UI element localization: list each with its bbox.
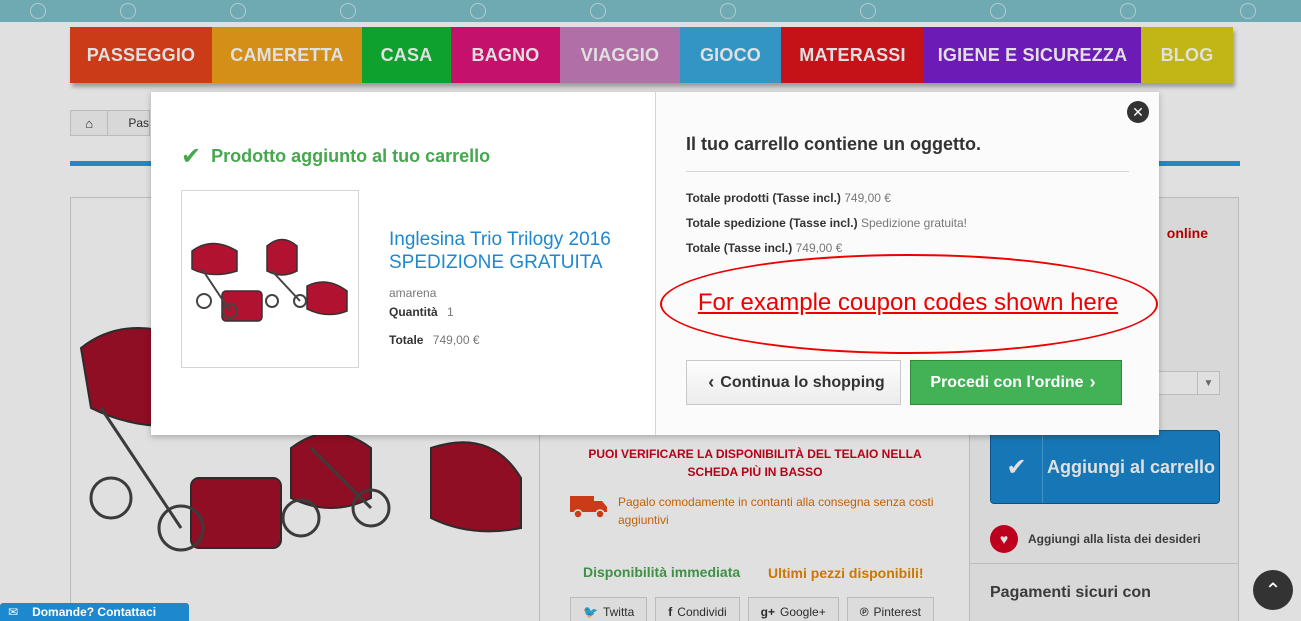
- quantity-row: Quantità 1: [389, 305, 639, 319]
- total-label: Totale: [389, 333, 424, 347]
- added-title: Prodotto aggiunto al tuo carrello: [211, 146, 491, 166]
- modal-cart-panel: Il tuo carrello contiene un oggetto. Tot…: [655, 92, 1159, 435]
- total-row: Totale 749,00 €: [389, 333, 639, 347]
- continue-shopping-label: Continua lo shopping: [720, 373, 885, 391]
- summary-products-label: Totale prodotti (Tasse incl.): [686, 191, 841, 205]
- chevron-left-icon: ‹: [708, 372, 715, 392]
- summary-total: Totale (Tasse incl.) 749,00 €: [686, 241, 842, 255]
- summary-shipping-label: Totale spedizione (Tasse incl.): [686, 216, 858, 230]
- check-icon: ✔: [181, 143, 202, 170]
- product-details: Inglesina Trio Trilogy 2016 SPEDIZIONE G…: [389, 228, 639, 347]
- summary-shipping: Totale spedizione (Tasse incl.) Spedizio…: [686, 216, 967, 230]
- mail-icon: ✉: [8, 605, 19, 619]
- annotation-text: For example coupon codes shown here: [697, 289, 1119, 316]
- summary-total-value: 749,00 €: [795, 241, 843, 255]
- product-thumbnail: [181, 190, 359, 368]
- summary-total-label: Totale (Tasse incl.): [686, 241, 793, 255]
- summary-products: Totale prodotti (Tasse incl.) 749,00 €: [686, 191, 891, 205]
- chevron-right-icon: ›: [1089, 372, 1096, 392]
- contact-tab[interactable]: ✉ Domande? Contattaci: [0, 603, 189, 621]
- added-confirmation: ✔ Prodotto aggiunto al tuo carrello: [181, 142, 490, 171]
- quantity-label: Quantità: [389, 305, 438, 319]
- contact-tab-label: Domande? Contattaci: [32, 605, 157, 619]
- summary-shipping-value: Spedizione gratuita!: [860, 216, 968, 230]
- proceed-to-checkout-label: Procedi con l'ordine: [930, 373, 1084, 391]
- cart-summary-title: Il tuo carrello contiene un oggetto.: [686, 134, 1129, 172]
- product-name[interactable]: Inglesina Trio Trilogy 2016 SPEDIZIONE G…: [389, 228, 639, 274]
- modal-product-panel: ✔ Prodotto aggiunto al tuo carrello Ingl…: [151, 92, 655, 435]
- scroll-top-button[interactable]: ⌃: [1253, 570, 1293, 610]
- quantity-value: 1: [447, 305, 454, 319]
- product-attribute: amarena: [389, 286, 437, 300]
- chevron-up-icon: ⌃: [1264, 579, 1282, 602]
- proceed-to-checkout-button[interactable]: Procedi con l'ordine ›: [910, 360, 1122, 405]
- total-value: 749,00 €: [432, 333, 480, 347]
- close-icon[interactable]: ✕: [1127, 101, 1149, 123]
- add-to-cart-modal: ✔ Prodotto aggiunto al tuo carrello Ingl…: [151, 92, 1159, 435]
- summary-products-value: 749,00 €: [844, 191, 891, 205]
- continue-shopping-button[interactable]: ‹ Continua lo shopping: [686, 360, 901, 405]
